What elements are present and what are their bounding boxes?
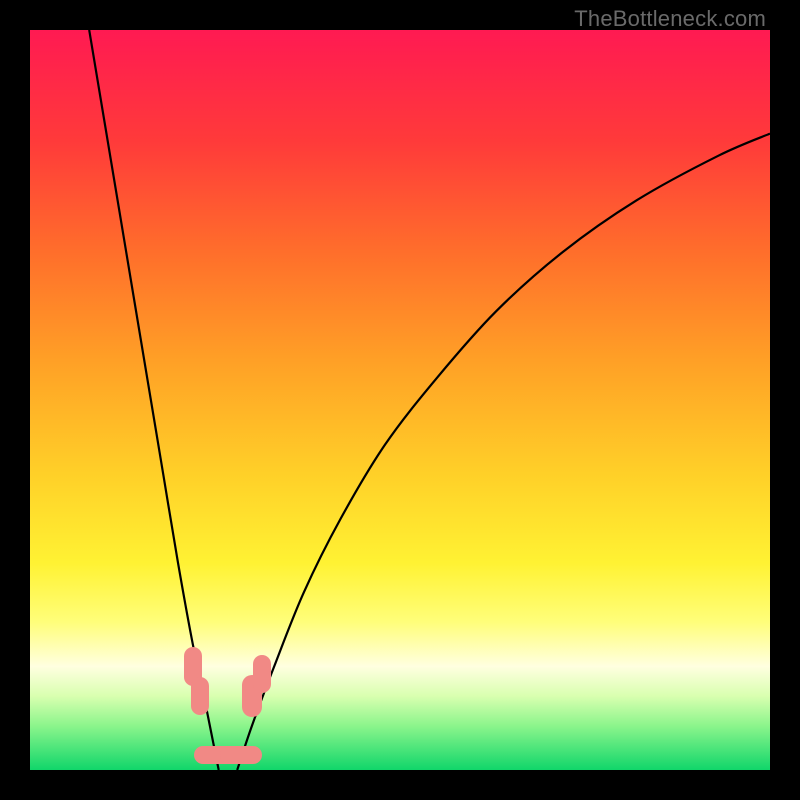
chart-frame: TheBottleneck.com: [0, 0, 800, 800]
annotation-left-B: [191, 677, 209, 715]
annotation-right-B: [253, 655, 271, 693]
annotation-bottom-B: [220, 746, 261, 764]
curve-right-path: [237, 134, 770, 770]
watermark-text: TheBottleneck.com: [574, 6, 766, 32]
curves-layer: [30, 30, 770, 770]
plot-area: [30, 30, 770, 770]
